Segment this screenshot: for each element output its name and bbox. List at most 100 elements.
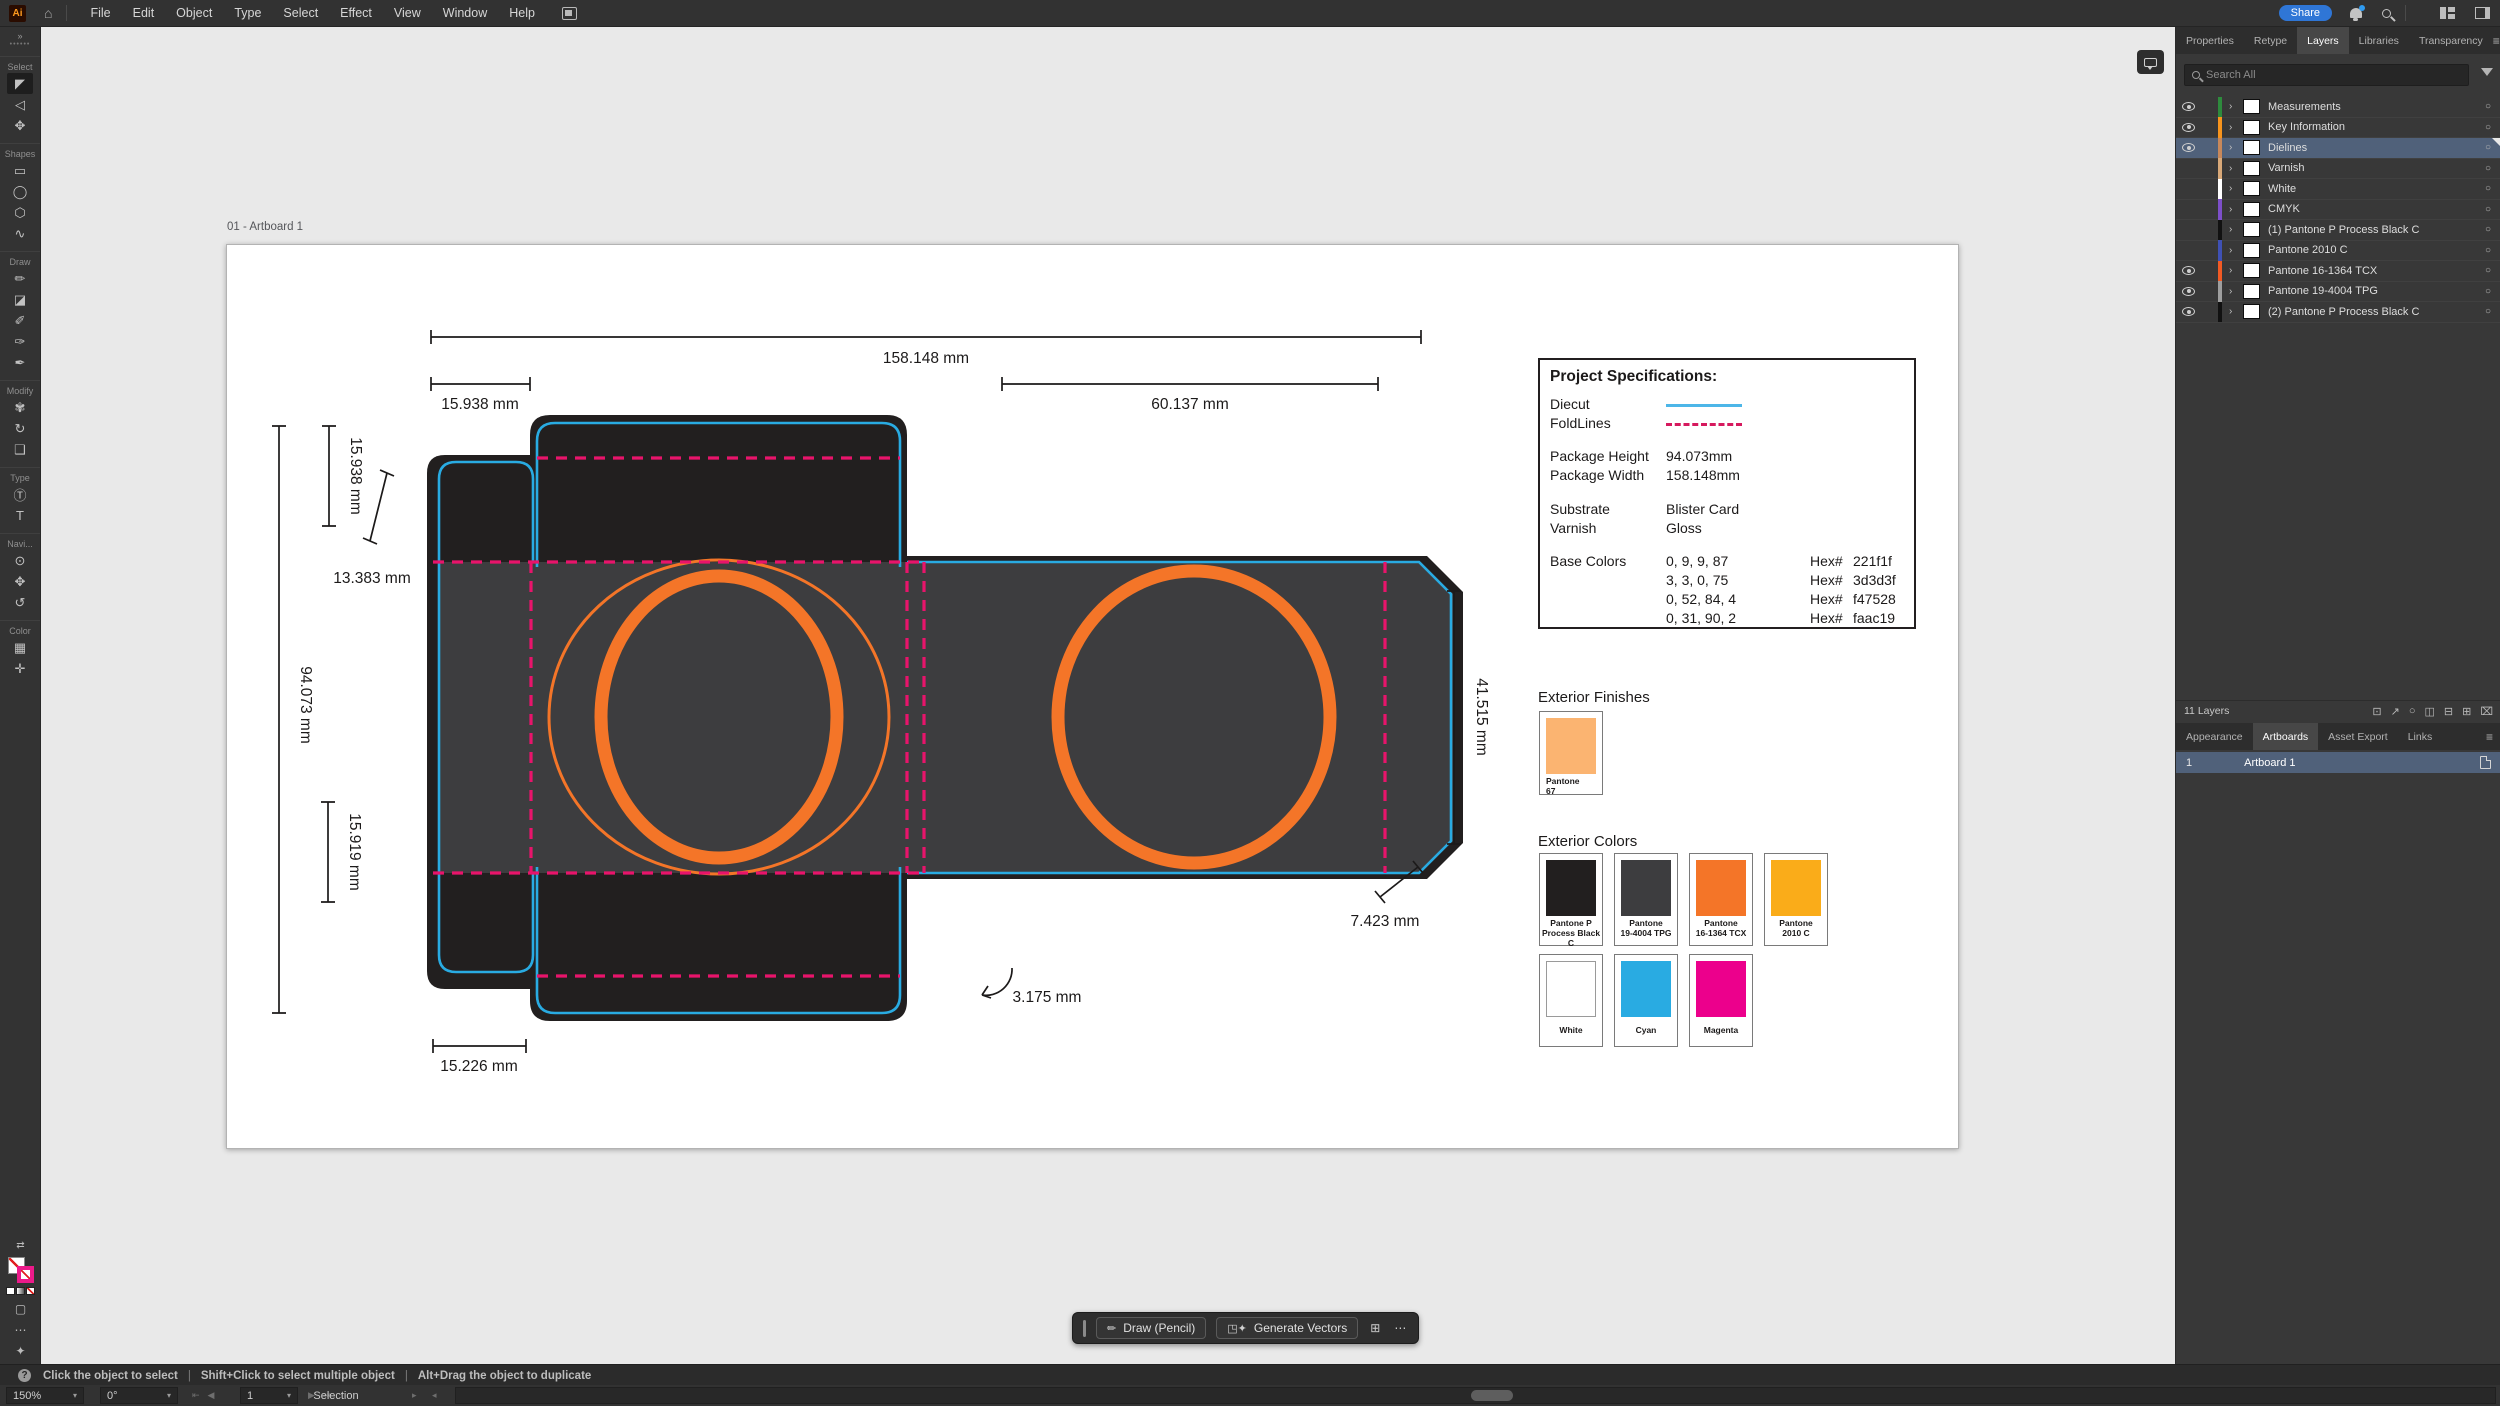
ellipse-tool[interactable]: ◯ (7, 181, 33, 202)
gradient-tool[interactable]: ▦ (7, 637, 33, 658)
layer-row[interactable]: › Measurements ○ (2176, 97, 2500, 118)
notifications-icon[interactable] (2350, 8, 2362, 18)
expand-layer-icon[interactable]: › (2229, 306, 2237, 317)
menu-window[interactable]: Window (432, 0, 498, 27)
artboard-page-icon[interactable] (2480, 756, 2491, 769)
visibility-eye-icon[interactable] (2182, 143, 2195, 152)
scrollbar-thumb[interactable] (1471, 1390, 1513, 1401)
type-tool[interactable]: T (7, 505, 33, 526)
layer-name[interactable]: (1) Pantone P Process Black C (2268, 224, 2419, 236)
status-expand-icon[interactable]: ▸ (412, 1385, 417, 1406)
help-icon[interactable]: ? (18, 1369, 31, 1382)
selection-tool[interactable]: ◤ (7, 73, 33, 94)
pen-tool[interactable]: ✒ (7, 352, 33, 373)
stroke-swatch[interactable] (17, 1266, 34, 1283)
search-dim-icon[interactable]: ○ (2409, 705, 2416, 718)
zoom-level-select[interactable]: 150%▾ (6, 1387, 84, 1404)
pencil-tool[interactable]: ✏ (7, 268, 33, 289)
polygon-tool[interactable]: ⬡ (7, 202, 33, 223)
taskbar-grip[interactable] (1083, 1320, 1086, 1337)
tab-transparency[interactable]: Transparency (2409, 27, 2493, 54)
expand-layer-icon[interactable]: › (2229, 224, 2237, 235)
expand-layer-icon[interactable]: › (2229, 183, 2237, 194)
expand-layer-icon[interactable]: › (2229, 286, 2237, 297)
layer-row[interactable]: ›White○ (2176, 179, 2500, 200)
layer-row[interactable]: › (2) Pantone P Process Black C ○ (2176, 302, 2500, 323)
expand-layer-icon[interactable]: › (2229, 163, 2237, 174)
menu-help[interactable]: Help (498, 0, 546, 27)
layer-target-icon[interactable]: ○ (2485, 306, 2491, 317)
new-sublayer-icon[interactable]: ⊟ (2444, 705, 2453, 718)
group-selection-tool[interactable]: ✥ (7, 115, 33, 136)
eyedropper-tool[interactable]: ✛ (7, 658, 33, 679)
visibility-eye-icon[interactable] (2182, 287, 2195, 296)
tab-asset-export[interactable]: Asset Export (2318, 723, 2398, 750)
delete-layer-icon[interactable]: ⌧ (2480, 705, 2493, 718)
tab-libraries[interactable]: Libraries (2349, 27, 2409, 54)
layer-row[interactable]: ›Dielines○ (2176, 138, 2500, 159)
taskbar-more-icon[interactable]: ⋯ (1392, 1321, 1408, 1335)
generative-sparkle-icon[interactable]: ✦ (0, 1344, 41, 1358)
layer-name[interactable]: CMYK (2268, 203, 2300, 215)
menu-edit[interactable]: Edit (122, 0, 166, 27)
fill-stroke-indicator[interactable] (8, 1257, 34, 1283)
direct-selection-tool[interactable]: ◁ (7, 94, 33, 115)
layer-row[interactable]: ›Pantone 2010 C○ (2176, 241, 2500, 262)
rectangle-tool[interactable]: ▭ (7, 160, 33, 181)
layer-row[interactable]: ›Pantone 19-4004 TPG○ (2176, 282, 2500, 303)
status-collapse-icon[interactable]: ◂ (432, 1385, 437, 1406)
rotate-view-tool[interactable]: ↺ (7, 592, 33, 613)
filter-icon[interactable] (2481, 68, 2493, 76)
expand-layer-icon[interactable]: › (2229, 265, 2237, 276)
document-canvas[interactable]: 01 - Artboard 1 (41, 27, 2175, 1364)
layer-target-icon[interactable]: ○ (2485, 183, 2491, 194)
panel-menu-icon[interactable]: ≡ (2493, 27, 2500, 54)
layer-name[interactable]: Measurements (2268, 101, 2341, 113)
layer-target-icon[interactable]: ○ (2485, 204, 2491, 215)
tab-artboards[interactable]: Artboards (2253, 723, 2319, 750)
hand-tool[interactable]: ✥ (7, 571, 33, 592)
layer-target-icon[interactable]: ○ (2485, 265, 2491, 276)
artboard-row[interactable]: 1 Artboard 1 (2176, 752, 2500, 773)
eraser-tool[interactable]: ◪ (7, 289, 33, 310)
layer-target-icon[interactable]: ○ (2485, 101, 2491, 112)
artboard[interactable]: 158.148 mm 15.938 mm 60.137 mm 15.938 mm… (226, 244, 1959, 1149)
rotation-select[interactable]: 0°▾ (100, 1387, 178, 1404)
layer-target-icon[interactable]: ○ (2485, 245, 2491, 256)
layer-target-icon[interactable]: ○ (2485, 224, 2491, 235)
touch-type-tool[interactable]: Ⓣ (7, 484, 33, 505)
layer-name[interactable]: Pantone 2010 C (2268, 244, 2348, 256)
menu-view[interactable]: View (383, 0, 432, 27)
visibility-eye-icon[interactable] (2182, 307, 2195, 316)
reference-image-icon[interactable]: ⊞ (1368, 1321, 1382, 1335)
drawing-modes-icon[interactable]: ▢ (0, 1302, 41, 1316)
layers-search-input[interactable]: Search All (2184, 64, 2469, 86)
paintbrush-tool[interactable]: ✐ (7, 310, 33, 331)
export-icon[interactable]: ↗ (2391, 705, 2400, 718)
expand-layer-icon[interactable]: › (2229, 122, 2237, 133)
new-layer-icon[interactable]: ⊞ (2462, 705, 2471, 718)
tab-properties[interactable]: Properties (2176, 27, 2244, 54)
layer-name[interactable]: Dielines (2268, 142, 2307, 154)
layer-row[interactable]: › Pantone 16-1364 TCX ○ (2176, 261, 2500, 282)
tab-appearance[interactable]: Appearance (2176, 723, 2253, 750)
tab-layers[interactable]: Layers (2297, 27, 2349, 54)
menu-type[interactable]: Type (223, 0, 272, 27)
expand-layer-icon[interactable]: › (2229, 101, 2237, 112)
menu-file[interactable]: File (79, 0, 121, 27)
menu-select[interactable]: Select (272, 0, 329, 27)
layer-name[interactable]: Pantone 16-1364 TCX (2268, 265, 2377, 277)
menu-effect[interactable]: Effect (329, 0, 383, 27)
generate-vectors-button[interactable]: ◳✦ Generate Vectors (1216, 1317, 1358, 1339)
swap-fill-stroke-icon[interactable]: ⇄ (16, 1240, 24, 1251)
layer-name[interactable]: Key Information (2268, 121, 2345, 133)
panel-toggle-icon[interactable] (2475, 7, 2490, 19)
first-page-button[interactable]: ⇤◀ (192, 1385, 214, 1406)
search-icon[interactable] (2382, 9, 2391, 18)
layer-name[interactable]: (2) Pantone P Process Black C (2268, 306, 2419, 318)
artboard-title[interactable]: 01 - Artboard 1 (227, 221, 303, 233)
curvature-tool[interactable]: ∿ (7, 223, 33, 244)
share-button[interactable]: Share (2279, 5, 2332, 21)
expand-toolbar-icon[interactable]: » (0, 27, 40, 41)
layer-row[interactable]: ›CMYK○ (2176, 200, 2500, 221)
